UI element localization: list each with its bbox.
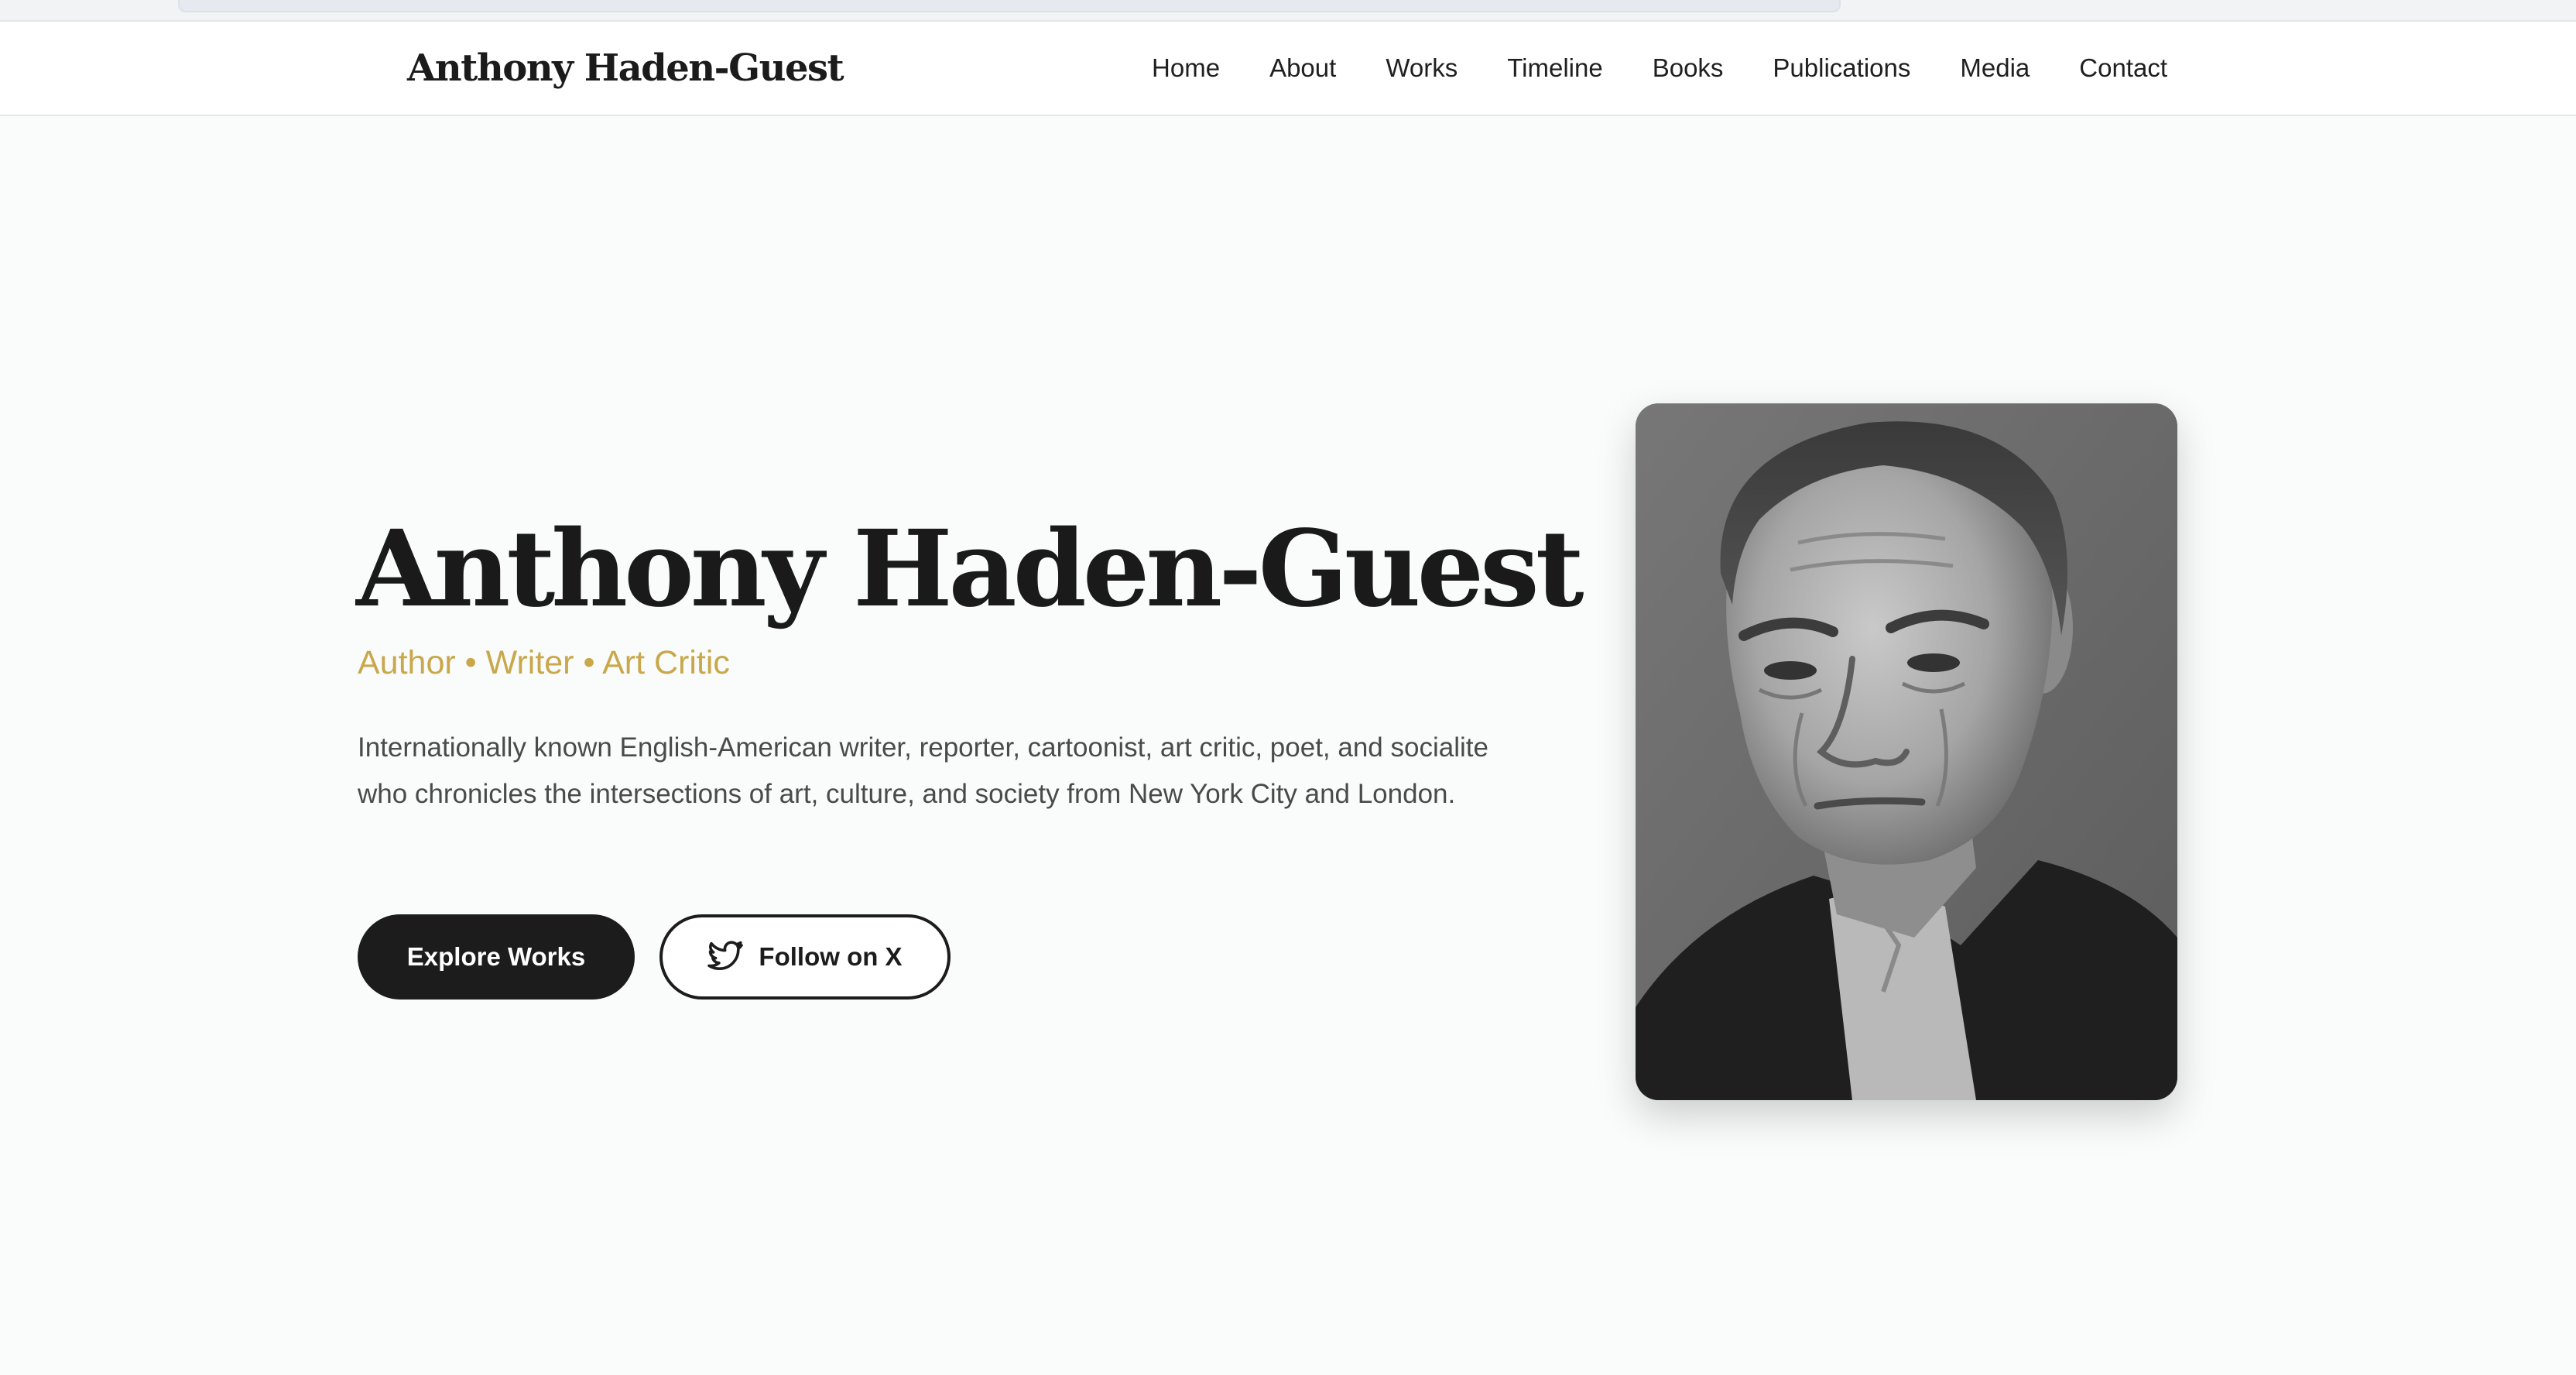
nav-publications[interactable]: Publications xyxy=(1773,53,1910,83)
explore-works-button[interactable]: Explore Works xyxy=(358,914,635,1000)
follow-on-x-label: Follow on X xyxy=(759,942,903,971)
main-nav: Home About Works Timeline Books Publicat… xyxy=(1152,43,2167,93)
hero-title: Anthony Haden-Guest xyxy=(356,507,1584,631)
site-header: Anthony Haden-Guest Home About Works Tim… xyxy=(0,22,2576,116)
follow-on-x-button[interactable]: Follow on X xyxy=(659,914,951,1000)
explore-works-label: Explore Works xyxy=(406,942,586,971)
nav-contact[interactable]: Contact xyxy=(2079,53,2167,83)
browser-top-strip xyxy=(0,0,2576,22)
nav-home[interactable]: Home xyxy=(1152,53,1220,83)
nav-timeline[interactable]: Timeline xyxy=(1507,53,1602,83)
hero-subtitle: Author • Writer • Art Critic xyxy=(358,644,730,681)
nav-media[interactable]: Media xyxy=(1960,53,2030,83)
site-brand[interactable]: Anthony Haden-Guest xyxy=(407,43,844,93)
nav-books[interactable]: Books xyxy=(1653,53,1724,83)
bird-icon xyxy=(707,938,745,976)
hero-description: Internationally known English-American w… xyxy=(358,732,1488,809)
address-bar[interactable] xyxy=(178,0,1841,12)
nav-works[interactable]: Works xyxy=(1386,53,1458,83)
portrait-photo xyxy=(1636,403,2177,1100)
nav-about[interactable]: About xyxy=(1269,53,1336,83)
